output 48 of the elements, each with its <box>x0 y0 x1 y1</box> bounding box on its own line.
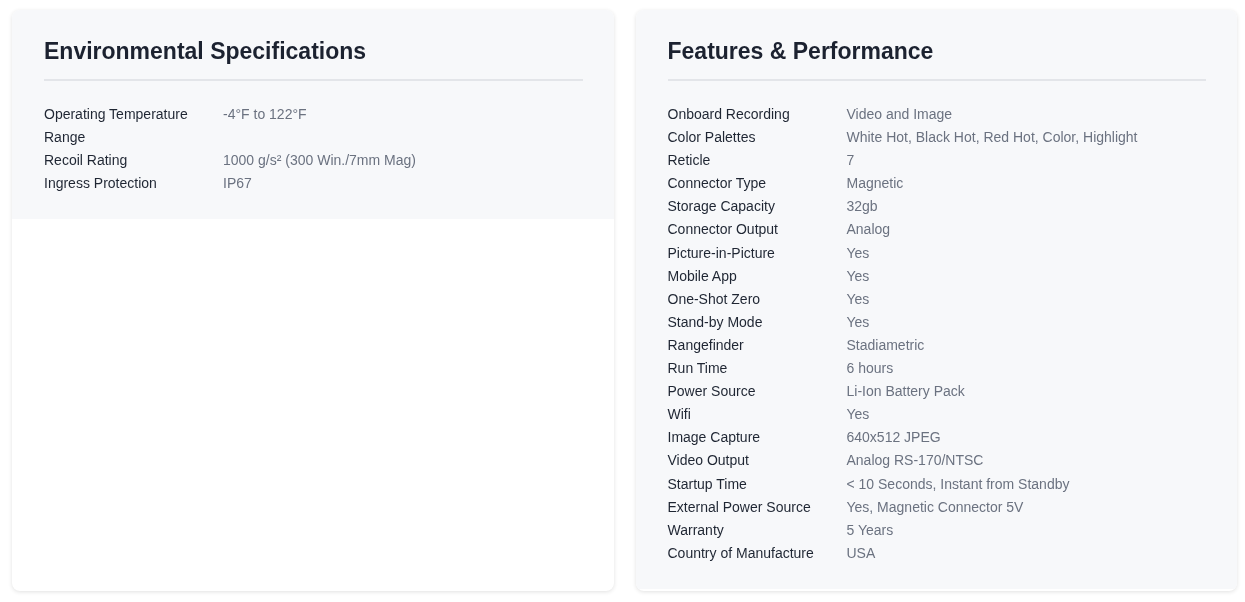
spec-value: Yes <box>846 243 871 263</box>
spec-value: 1000 g/s² (300 Win./7mm Mag) <box>223 151 417 171</box>
spec-label: Mobile App <box>667 266 738 286</box>
spec-value: 7 <box>846 151 856 171</box>
spec-label: Video Output <box>667 451 750 471</box>
section-title: Environmental Specifications <box>44 38 583 81</box>
spec-label: Run Time <box>667 359 729 379</box>
spec-label: Rangefinder <box>667 335 745 355</box>
spec-label: Picture-in-Picture <box>667 243 776 263</box>
spec-value: Yes, Magnetic Connector 5V <box>846 497 1025 517</box>
spec-value: -4°F to 122°F <box>223 105 308 124</box>
spec-label: Color Palettes <box>667 128 757 148</box>
spec-value: Analog RS-170/NTSC <box>846 451 985 471</box>
spec-label: Onboard Recording <box>667 105 791 124</box>
spec-value: Yes <box>846 289 871 309</box>
spec-label: External Power Source <box>667 497 812 517</box>
spec-label: Storage Capacity <box>667 197 776 217</box>
spec-label: Image Capture <box>667 428 762 448</box>
spec-label: Warranty <box>667 520 725 540</box>
spec-label: Country of Manufacture <box>667 543 815 563</box>
spec-value: Video and Image <box>846 105 954 124</box>
spec-value: Yes <box>846 266 871 286</box>
spec-label: Ingress Protection <box>44 174 158 194</box>
spec-label: Stand-by Mode <box>667 312 764 332</box>
spec-value: USA <box>846 543 877 563</box>
spec-value: 32gb <box>846 197 879 217</box>
spec-value: < 10 Seconds, Instant from Standby <box>846 474 1071 494</box>
spec-label: Operating Temperature Range <box>44 105 189 148</box>
spec-value: 6 hours <box>846 359 895 379</box>
spec-label: Wifi <box>667 405 692 425</box>
spec-value: White Hot, Black Hot, Red Hot, Color, Highlight <box>846 128 1139 148</box>
spec-label: Connector Output <box>667 220 779 240</box>
spec-value: Li-Ion Battery Pack <box>846 382 966 402</box>
spec-value: 5 Years <box>846 520 895 540</box>
spec-value: Magnetic <box>846 174 905 194</box>
spec-value: 640x512 JPEG <box>846 428 942 448</box>
section-title: Features & Performance <box>667 38 1206 81</box>
spec-value: Stadiametric <box>846 335 926 355</box>
spec-label: Reticle <box>667 151 712 171</box>
spec-label: Connector Type <box>667 174 768 194</box>
spec-label: Startup Time <box>667 474 748 494</box>
spec-value: IP67 <box>223 174 253 194</box>
spec-value: Yes <box>846 312 871 332</box>
spec-label: Recoil Rating <box>44 151 129 171</box>
spec-value: Yes <box>846 405 871 425</box>
spec-label: One-Shot Zero <box>667 289 762 309</box>
spec-value: Analog <box>846 220 892 240</box>
spec-label: Power Source <box>667 382 757 402</box>
